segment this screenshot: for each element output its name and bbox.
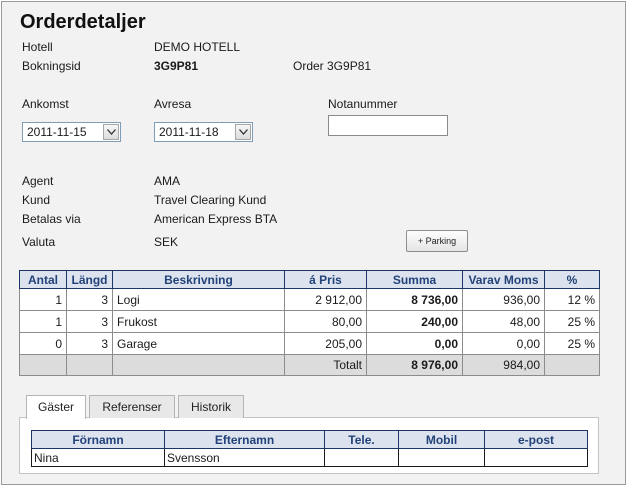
- total-empty-cell: [112, 354, 285, 376]
- total-row: Totalt 8 976,00 984,00: [19, 354, 600, 376]
- guests-table: Förnamn Efternamn Tele. Mobil e-post Nin…: [31, 430, 588, 467]
- cell-summa: 240,00: [366, 310, 463, 333]
- agent-value: AMA: [154, 174, 181, 188]
- table-row: 1 3 Frukost 80,00 240,00 48,00 25 %: [19, 310, 600, 333]
- cell-summa: 8 736,00: [366, 288, 463, 311]
- cell-beskrivning: Logi: [112, 288, 285, 311]
- note-number-label: Notanummer: [328, 97, 398, 111]
- departure-date-select[interactable]: 2011-11-18: [154, 122, 253, 142]
- table-header-row: Förnamn Efternamn Tele. Mobil e-post: [31, 430, 588, 449]
- cell-langd: 3: [66, 310, 113, 333]
- cell-beskrivning: Frukost: [112, 310, 285, 333]
- cell-antal: 1: [19, 288, 67, 311]
- currency-value: SEK: [154, 235, 179, 249]
- paid-via-label: Betalas via: [22, 212, 81, 226]
- cell-procent: 25 %: [544, 310, 600, 333]
- column-header-antal: Antal: [19, 270, 67, 289]
- booking-id-value: 3G9P81: [154, 59, 199, 73]
- arrival-label: Ankomst: [22, 97, 69, 111]
- table-row: 0 3 Garage 205,00 0,00 0,00 25 %: [19, 332, 600, 355]
- column-header-pris: á Pris: [284, 270, 367, 289]
- order-lines-table: Antal Längd Beskrivning á Pris Summa Var…: [19, 270, 600, 376]
- total-moms: 984,00: [462, 354, 545, 376]
- cell-moms: 48,00: [462, 310, 545, 333]
- cell-tele: [324, 448, 399, 467]
- chevron-down-icon[interactable]: [103, 124, 119, 140]
- column-header-beskrivning: Beskrivning: [112, 270, 285, 289]
- column-header-moms: Varav Moms: [462, 270, 545, 289]
- column-header-epost: e-post: [484, 430, 588, 449]
- paid-via-value: American Express BTA: [154, 212, 278, 226]
- note-number-input[interactable]: [328, 115, 448, 136]
- currency-label: Valuta: [22, 235, 56, 249]
- cell-procent: 25 %: [544, 332, 600, 355]
- total-empty-cell: [19, 354, 67, 376]
- departure-label: Avresa: [154, 97, 192, 111]
- customer-value: Travel Clearing Kund: [154, 193, 267, 207]
- table-header-row: Antal Längd Beskrivning á Pris Summa Var…: [19, 270, 600, 289]
- departure-date-value: 2011-11-18: [159, 125, 219, 139]
- column-header-fornamn: Förnamn: [31, 430, 165, 449]
- tab-guests[interactable]: Gäster: [26, 395, 86, 419]
- table-row[interactable]: Nina Svensson: [31, 448, 588, 467]
- cell-fornamn: Nina: [31, 448, 165, 467]
- order-number-text: Order 3G9P81: [293, 59, 372, 73]
- cell-langd: 3: [66, 288, 113, 311]
- hotel-label: Hotell: [22, 40, 53, 54]
- column-header-efternamn: Efternamn: [164, 430, 325, 449]
- cell-efternamn: Svensson: [164, 448, 325, 467]
- agent-label: Agent: [22, 174, 54, 188]
- cell-epost: [484, 448, 588, 467]
- cell-mobil: [398, 448, 485, 467]
- arrival-date-select[interactable]: 2011-11-15: [22, 122, 121, 142]
- tab-history[interactable]: Historik: [178, 395, 244, 418]
- column-header-langd: Längd: [66, 270, 113, 289]
- total-empty-cell: [66, 354, 113, 376]
- total-label: Totalt: [284, 354, 367, 376]
- page-title: Orderdetaljer: [20, 11, 146, 33]
- chevron-down-icon[interactable]: [235, 124, 251, 140]
- cell-summa: 0,00: [366, 332, 463, 355]
- column-header-mobil: Mobil: [398, 430, 485, 449]
- customer-label: Kund: [22, 193, 51, 207]
- total-empty-cell: [544, 354, 600, 376]
- tab-references[interactable]: Referenser: [89, 395, 175, 418]
- table-row: 1 3 Logi 2 912,00 8 736,00 936,00 12 %: [19, 288, 600, 311]
- column-header-tele: Tele.: [324, 430, 399, 449]
- cell-procent: 12 %: [544, 288, 600, 311]
- cell-pris: 2 912,00: [284, 288, 367, 311]
- cell-antal: 0: [19, 332, 67, 355]
- column-header-summa: Summa: [366, 270, 463, 289]
- cell-langd: 3: [66, 332, 113, 355]
- cell-pris: 80,00: [284, 310, 367, 333]
- cell-antal: 1: [19, 310, 67, 333]
- cell-pris: 205,00: [284, 332, 367, 355]
- cell-beskrivning: Garage: [112, 332, 285, 355]
- arrival-date-value: 2011-11-15: [27, 125, 87, 139]
- total-summa: 8 976,00: [366, 354, 463, 376]
- cell-moms: 936,00: [462, 288, 545, 311]
- hotel-value: DEMO HOTELL: [154, 40, 241, 54]
- cell-moms: 0,00: [462, 332, 545, 355]
- add-parking-button[interactable]: + Parking: [406, 230, 468, 252]
- column-header-procent: %: [544, 270, 600, 289]
- booking-id-label: Bokningsid: [22, 59, 81, 73]
